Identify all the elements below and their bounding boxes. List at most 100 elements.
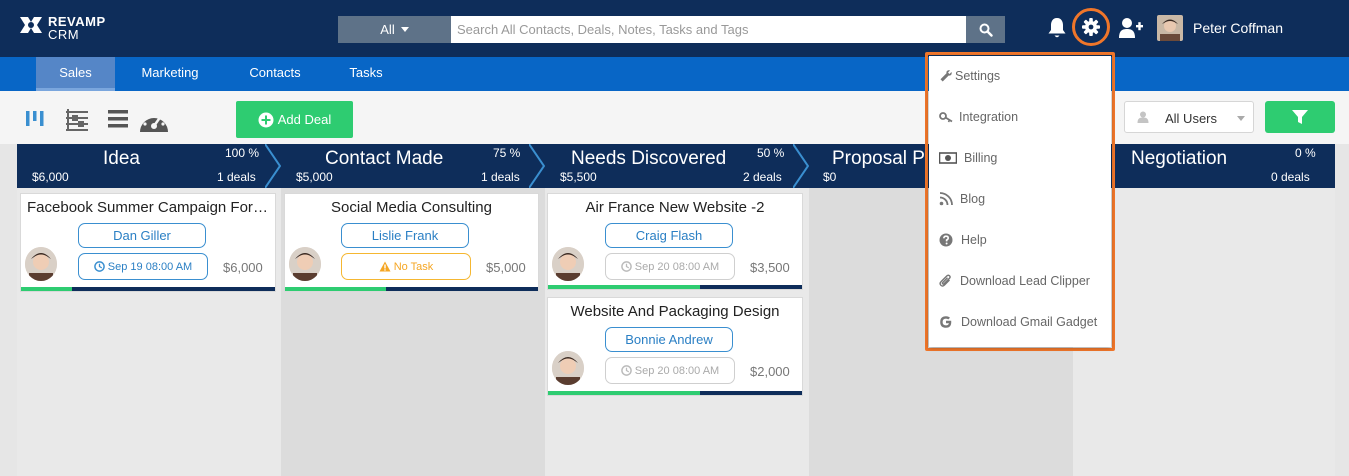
wrench-icon	[940, 70, 952, 82]
deal-title[interactable]: Air France New Website -2	[548, 199, 802, 216]
logo-text-line2: CRM	[48, 27, 80, 42]
menu-item-label: Integration	[959, 110, 1019, 124]
stage-chevron-icon	[793, 144, 809, 188]
tab-contacts[interactable]: Contacts	[239, 57, 311, 91]
tab-marketing[interactable]: Marketing	[130, 57, 210, 91]
deal-amount: $3,500	[750, 260, 790, 275]
avatar-image	[552, 247, 584, 281]
user-avatar[interactable]	[1157, 15, 1183, 41]
add-deal-button[interactable]: Add Deal	[236, 101, 353, 138]
deal-progress-bar	[21, 287, 275, 291]
deal-amount: $2,000	[750, 364, 790, 379]
bell-icon[interactable]	[1046, 16, 1068, 40]
deal-card[interactable]: Air France New Website -2 Craig Flash Se…	[547, 193, 803, 290]
paperclip-icon	[939, 274, 951, 287]
deal-card[interactable]: Facebook Summer Campaign For ... Dan Gil…	[20, 193, 276, 292]
users-filter-label: All Users	[1165, 111, 1218, 126]
avatar-image	[25, 247, 57, 281]
chevron-down-icon	[1237, 116, 1245, 121]
filter-funnel-icon	[1292, 110, 1308, 124]
deal-contact-tag[interactable]: Craig Flash	[605, 223, 733, 248]
deal-card[interactable]: Social Media Consulting Lislie Frank No …	[284, 193, 539, 292]
avatar-image	[289, 247, 321, 281]
deal-task-label: No Task	[393, 260, 434, 273]
menu-item-label: Blog	[960, 192, 986, 206]
deal-progress-fill	[548, 391, 701, 395]
deal-title[interactable]: Social Media Consulting	[285, 199, 538, 216]
settings-dropdown-menu: Settings Integration Billing Blog Help D…	[929, 56, 1111, 347]
clock-icon	[620, 365, 632, 376]
list-view-icon[interactable]	[107, 108, 129, 130]
menu-item-settings[interactable]: Settings	[929, 56, 1111, 97]
deal-progress-fill	[21, 287, 72, 291]
menu-item-label: Billing	[964, 151, 998, 165]
deal-owner-avatar	[25, 247, 57, 281]
tab-sales-label: Sales	[59, 65, 92, 80]
tab-sales[interactable]: Sales	[36, 57, 115, 91]
gear-icon	[1082, 18, 1100, 36]
dashboard-gauge-icon[interactable]	[138, 108, 170, 134]
user-avatar-image	[1157, 15, 1183, 41]
deal-task-button[interactable]: Sep 20 08:00 AM	[605, 357, 735, 384]
deal-progress-fill	[548, 285, 701, 289]
deal-progress-bar	[548, 391, 802, 395]
deal-card[interactable]: Website And Packaging Design Bonnie Andr…	[547, 297, 803, 396]
search-scope-select[interactable]: All	[338, 16, 451, 43]
menu-item-help[interactable]: Help	[929, 220, 1111, 261]
menu-item-label: Download Lead Clipper	[960, 274, 1090, 288]
deal-contact-tag[interactable]: Bonnie Andrew	[605, 327, 733, 352]
deal-contact-tag[interactable]: Dan Giller	[78, 223, 206, 248]
menu-item-integration[interactable]: Integration	[929, 97, 1111, 138]
stage-percent: 0 %	[1295, 146, 1316, 160]
stage-needs-discovered: Needs Discovered 50 % $5,500 2 deals	[545, 144, 793, 188]
stage-name: Needs Discovered	[571, 148, 727, 169]
menu-item-label: Settings	[955, 69, 1001, 83]
pipeline-view-icon[interactable]	[25, 108, 47, 130]
menu-item-billing[interactable]: Billing	[929, 138, 1111, 179]
deal-task-button[interactable]: Sep 20 08:00 AM	[605, 253, 735, 280]
tab-tasks-label: Tasks	[349, 65, 383, 80]
timeline-view-icon[interactable]	[64, 108, 90, 132]
stage-name: Contact Made	[325, 148, 444, 169]
menu-item-download-lead-clipper[interactable]: Download Lead Clipper	[929, 261, 1111, 302]
deal-title[interactable]: Facebook Summer Campaign For ...	[21, 199, 275, 216]
filter-button[interactable]	[1265, 101, 1335, 133]
avatar-image	[552, 351, 584, 385]
stage-chevron-icon	[265, 144, 281, 188]
menu-item-label: Help	[961, 233, 987, 247]
top-bar: REVAMP CRM All Search All Contacts, Deal…	[0, 0, 1349, 57]
deal-task-button[interactable]: Sep 19 08:00 AM	[78, 253, 208, 280]
stage-idea: Idea 100 % $6,000 1 deals	[17, 144, 265, 188]
deal-amount: $5,000	[486, 260, 526, 275]
app-logo[interactable]: REVAMP CRM	[18, 13, 118, 43]
users-filter-select[interactable]: All Users	[1124, 101, 1254, 133]
stage-name: Negotiation	[1131, 148, 1228, 169]
clock-icon	[93, 261, 105, 272]
main-nav: Sales Marketing Contacts Tasks	[0, 57, 1349, 91]
menu-item-label: Download Gmail Gadget	[961, 315, 1098, 329]
deal-progress-bar	[548, 285, 802, 289]
question-circle-icon	[939, 233, 953, 247]
add-user-icon[interactable]	[1118, 16, 1144, 40]
stage-name: Idea	[103, 148, 140, 169]
google-icon	[940, 316, 952, 328]
tab-tasks[interactable]: Tasks	[340, 57, 392, 91]
deal-contact-tag[interactable]: Lislie Frank	[341, 223, 469, 248]
deal-task-button[interactable]: No Task	[341, 253, 471, 280]
stage-proposal: Proposal P $0	[809, 144, 929, 188]
deal-owner-avatar	[552, 351, 584, 385]
user-name[interactable]: Peter Coffman	[1193, 20, 1283, 36]
menu-item-download-gmail-gadget[interactable]: Download Gmail Gadget	[929, 302, 1111, 343]
settings-gear-button[interactable]	[1072, 8, 1110, 46]
tab-marketing-label: Marketing	[141, 65, 199, 80]
deal-title[interactable]: Website And Packaging Design	[548, 303, 802, 320]
search-input[interactable]	[451, 16, 966, 43]
search-icon	[979, 23, 993, 37]
logo-mark-icon	[20, 17, 42, 33]
deal-progress-bar	[285, 287, 538, 291]
stage-amount: $5,000	[296, 170, 333, 184]
menu-item-blog[interactable]: Blog	[929, 179, 1111, 220]
warning-icon	[379, 261, 391, 272]
search-button[interactable]	[966, 16, 1005, 43]
deal-task-label: Sep 20 08:00 AM	[634, 364, 720, 377]
